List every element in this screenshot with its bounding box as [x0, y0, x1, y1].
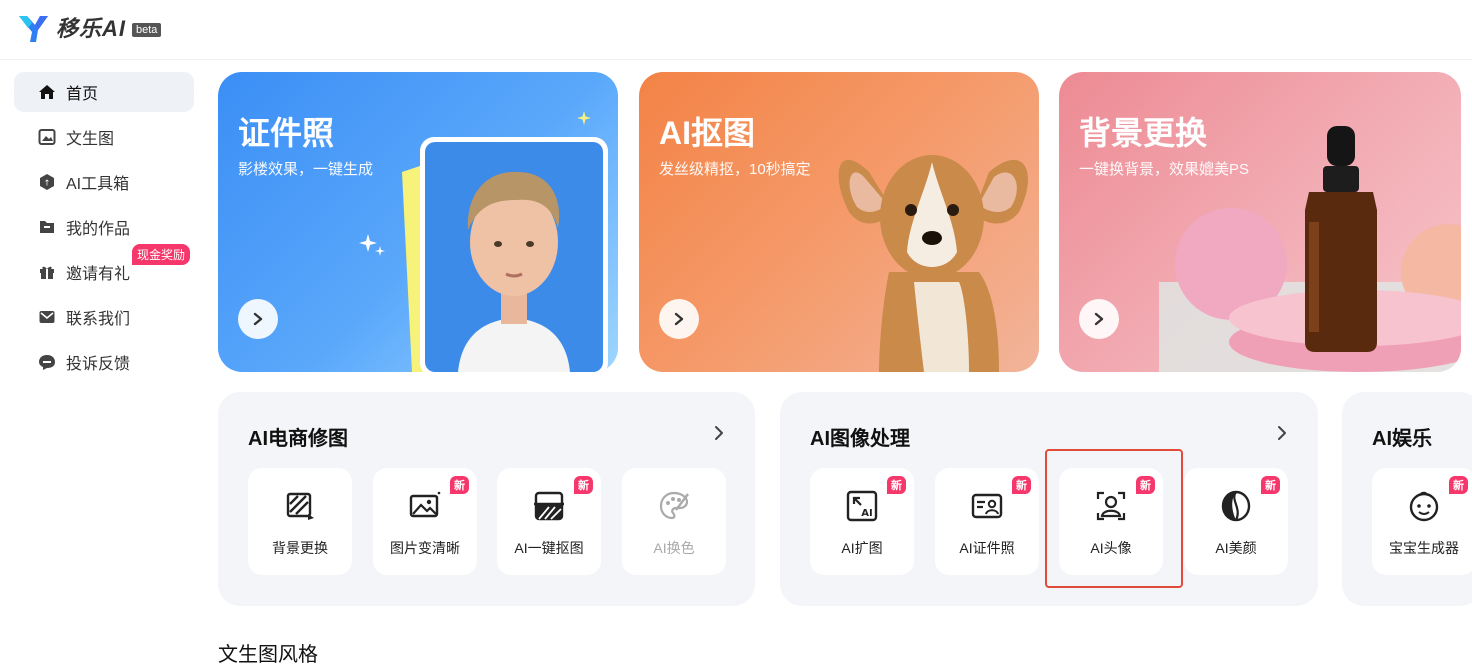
toolbox-icon: ↑ — [38, 173, 56, 191]
background-swap-icon — [286, 492, 314, 520]
tool-label: 背景更换 — [272, 540, 328, 556]
new-badge: 新 — [887, 476, 906, 494]
tool-image-expand[interactable]: 新 AI AI扩图 — [810, 468, 914, 575]
sidebar-item-my-works[interactable]: 我的作品 — [14, 207, 194, 247]
feedback-icon — [38, 353, 56, 371]
new-badge: 新 — [574, 476, 593, 494]
dog-illustration — [838, 155, 1028, 372]
tool-ai-id-photo[interactable]: 新 AI证件照 — [935, 468, 1039, 575]
sidebar-item-contact[interactable]: 联系我们 — [14, 297, 194, 337]
banner-subtitle: 发丝级精抠，10秒搞定 — [659, 161, 811, 178]
banner-subtitle: 影楼效果，一键生成 — [238, 161, 374, 178]
tool-label: 图片变清晰 — [390, 540, 460, 556]
new-badge: 新 — [1136, 476, 1155, 494]
banner-ai-cutout[interactable]: AI抠图 发丝级精抠，10秒搞定 — [639, 72, 1039, 372]
beauty-icon — [1221, 490, 1251, 522]
sidebar: 首页 文生图 ↑ AI工具箱 我的作品 邀请有礼 现金奖励 联系我们 投诉反馈 — [14, 72, 194, 387]
chevron-right-icon — [253, 312, 263, 326]
category-entertainment: AI娱乐 新 宝宝生成器 — [1342, 392, 1472, 606]
tool-background-swap[interactable]: 背景更换 — [248, 468, 352, 575]
sparkle-small-icon — [577, 111, 591, 125]
chevron-right-icon — [1094, 312, 1104, 326]
home-icon — [38, 83, 56, 101]
category-image-processing: AI图像处理 新 AI AI扩图 新 AI证件照 新 AI头像 新 AI美颜 — [780, 392, 1318, 606]
palette-icon — [659, 491, 689, 520]
sidebar-item-label: 邀请有礼 — [66, 266, 131, 283]
category-title: AI娱乐 — [1372, 428, 1432, 450]
category-title: AI电商修图 — [248, 428, 348, 450]
sidebar-item-label: 首页 — [66, 86, 99, 103]
tool-image-enhance[interactable]: 新 图片变清晰 — [373, 468, 477, 575]
new-badge: 新 — [1012, 476, 1031, 494]
cash-reward-badge: 现金奖励 — [132, 244, 191, 265]
avatar-icon — [1096, 491, 1126, 521]
id-card-icon — [971, 493, 1003, 519]
mail-icon — [38, 308, 56, 326]
beta-badge: beta — [132, 23, 162, 37]
banner-background-replace[interactable]: 背景更换 一键换背景，效果媲美PS — [1059, 72, 1461, 372]
tool-label: AI换色 — [653, 540, 695, 556]
sidebar-item-feedback[interactable]: 投诉反馈 — [14, 342, 194, 382]
sparkle-icon — [359, 234, 385, 256]
tool-ai-beauty[interactable]: 新 AI美颜 — [1184, 468, 1288, 575]
logo-icon — [19, 16, 48, 42]
sidebar-item-label: 文生图 — [66, 131, 115, 148]
banner-arrow-button[interactable] — [238, 299, 278, 339]
chevron-right-icon[interactable] — [709, 422, 729, 444]
tool-label: AI扩图 — [841, 540, 883, 556]
logo[interactable]: 移乐AI beta — [16, 10, 162, 44]
expand-icon: AI — [846, 490, 878, 522]
section-title: 文生图风格 — [218, 644, 318, 666]
portrait-illustration — [402, 137, 608, 372]
new-badge: 新 — [450, 476, 469, 494]
image-enhance-icon — [409, 491, 441, 518]
tool-label: AI美颜 — [1215, 540, 1257, 556]
svg-text:AI: AI — [861, 508, 872, 519]
chevron-right-icon — [674, 312, 684, 326]
gift-icon — [38, 263, 56, 281]
product-illustration — [1159, 126, 1461, 372]
tool-ai-avatar[interactable]: 新 AI头像 — [1059, 468, 1163, 575]
cutout-icon — [534, 491, 564, 521]
sidebar-item-home[interactable]: 首页 — [14, 72, 194, 112]
banner-arrow-button[interactable] — [659, 299, 699, 339]
folder-icon — [38, 218, 56, 236]
sidebar-item-label: 联系我们 — [66, 311, 131, 328]
svg-text:↑: ↑ — [44, 179, 51, 188]
tool-label: 宝宝生成器 — [1389, 540, 1459, 556]
sidebar-item-label: AI工具箱 — [66, 176, 130, 193]
new-badge: 新 — [1449, 476, 1468, 494]
baby-icon — [1409, 491, 1439, 522]
sidebar-item-invite[interactable]: 邀请有礼 现金奖励 — [14, 244, 194, 292]
banner-arrow-button[interactable] — [1079, 299, 1119, 339]
sidebar-item-toolbox[interactable]: ↑ AI工具箱 — [14, 162, 194, 202]
image-icon — [38, 128, 56, 146]
tool-one-click-cutout[interactable]: 新 AI一键抠图 — [497, 468, 601, 575]
tool-label: AI头像 — [1090, 540, 1132, 556]
category-ecommerce-retouch: AI电商修图 背景更换 新 图片变清晰 新 AI一键抠图 AI换色 — [218, 392, 755, 606]
tool-color-change[interactable]: AI换色 — [622, 468, 726, 575]
banner-title: AI抠图 — [659, 115, 756, 151]
tool-label: AI一键抠图 — [514, 540, 584, 556]
sidebar-item-label: 投诉反馈 — [66, 356, 131, 373]
banner-id-photo[interactable]: 证件照 影楼效果，一键生成 — [218, 72, 618, 372]
banner-title: 证件照 — [238, 115, 335, 151]
chevron-right-icon[interactable] — [1272, 422, 1292, 444]
logo-text: 移乐AI — [56, 16, 127, 41]
new-badge: 新 — [1261, 476, 1280, 494]
sidebar-item-text-to-image[interactable]: 文生图 — [14, 117, 194, 157]
tool-label: AI证件照 — [959, 540, 1015, 556]
sidebar-item-label: 我的作品 — [66, 221, 131, 238]
top-header: 移乐AI beta — [0, 0, 1472, 60]
category-title: AI图像处理 — [810, 428, 910, 450]
tool-baby-generator[interactable]: 新 宝宝生成器 — [1372, 468, 1472, 575]
